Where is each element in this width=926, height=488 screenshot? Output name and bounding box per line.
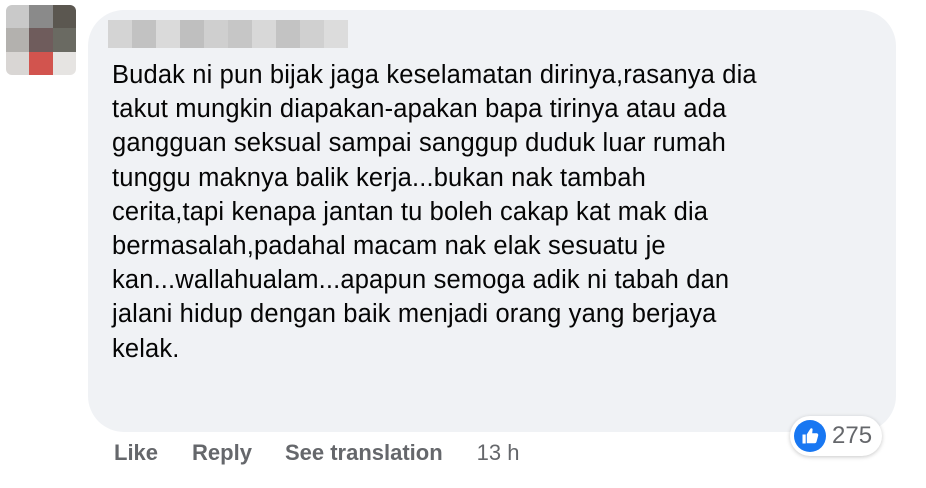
like-button[interactable]: Like [114, 440, 158, 466]
see-translation-button[interactable]: See translation [285, 440, 443, 466]
reaction-summary[interactable]: 275 [790, 416, 883, 456]
reply-button[interactable]: Reply [192, 440, 252, 466]
reaction-count: 275 [832, 422, 873, 449]
comment-text: Budak ni pun bijak jaga keselamatan diri… [112, 61, 757, 363]
timestamp[interactable]: 13 h [477, 440, 520, 466]
comment-actions: Like Reply See translation 13 h [114, 438, 520, 468]
thumbs-up-icon [794, 420, 826, 452]
author-name[interactable] [108, 20, 348, 48]
avatar[interactable] [6, 5, 76, 75]
